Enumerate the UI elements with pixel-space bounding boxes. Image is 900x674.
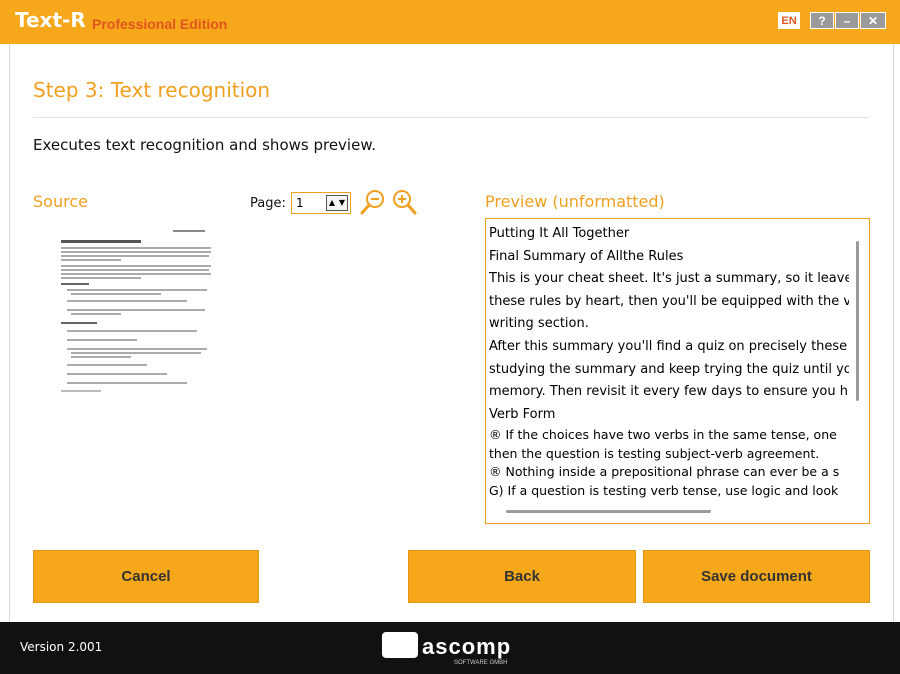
minimize-button[interactable]: – [835,12,859,29]
preview-line: writing section. [489,316,589,332]
preview-label: Preview (unformatted) [485,192,665,211]
step-title: Step 3: Text recognition [33,78,271,102]
step-description: Executes text recognition and shows prev… [33,136,376,154]
source-label: Source [33,192,88,211]
footer: Version 2.001 ascomp SOFTWARE GMBH [0,622,900,674]
preview-line: memory. Then revisit it every few days t… [489,384,848,400]
divider [33,117,869,118]
app-edition: Professional Edition [92,16,228,32]
save-document-button[interactable]: Save document [643,550,870,603]
page-spin-buttons[interactable]: ▲ ▼ [326,195,348,211]
help-button[interactable]: ? [810,12,834,29]
preview-text[interactable]: Putting It All Together Final Summary of… [489,223,849,500]
horizontal-scrollbar[interactable] [506,510,711,513]
spin-down-icon[interactable]: ▼ [337,196,347,210]
zoom-out-icon[interactable] [359,188,387,216]
spin-up-icon[interactable]: ▲ [327,196,337,210]
ascomp-logo: ascomp SOFTWARE GMBH [382,632,511,666]
vertical-scrollbar[interactable] [856,241,859,401]
page-label: Page: [250,196,286,211]
preview-line: This is your cheat sheet. It's just a su… [489,271,849,287]
close-button[interactable]: ✕ [860,12,886,29]
source-page-thumbnail [55,222,227,524]
preview-line: ® If the choices have two verbs in the s… [489,427,837,443]
app-title: Text-R [15,8,86,32]
preview-line: then the question is testing subject-ver… [489,445,820,461]
preview-line: studying the summary and keep trying the… [489,361,849,377]
preview-line: Verb Form [489,406,556,422]
language-button[interactable]: EN [778,12,800,29]
preview-textbox[interactable]: Putting It All Together Final Summary of… [485,218,870,524]
svg-text:ascomp: ascomp [422,634,511,659]
preview-line: Final Summary of Allthe Rules [489,248,684,264]
zoom-in-icon[interactable] [390,188,418,216]
page-value[interactable]: 1 [296,196,304,210]
preview-line: these rules by heart, then you'll be equ… [489,293,849,309]
version-label: Version 2.001 [20,640,103,654]
app-window: Text-R Professional Edition EN ? – ✕ Ste… [0,0,900,674]
cancel-button[interactable]: Cancel [33,550,259,603]
preview-line: Putting It All Together [489,226,630,241]
preview-line: G) If a question is testing verb tense, … [489,482,839,498]
page-stepper[interactable]: 1 ▲ ▼ [291,192,351,214]
back-button[interactable]: Back [408,550,636,603]
svg-text:SOFTWARE GMBH: SOFTWARE GMBH [454,660,507,666]
preview-line: After this summary you'll find a quiz on… [489,338,848,354]
title-bar[interactable]: Text-R Professional Edition EN ? – ✕ [0,0,900,44]
preview-line: ® Nothing inside a prepositional phrase … [489,464,840,480]
